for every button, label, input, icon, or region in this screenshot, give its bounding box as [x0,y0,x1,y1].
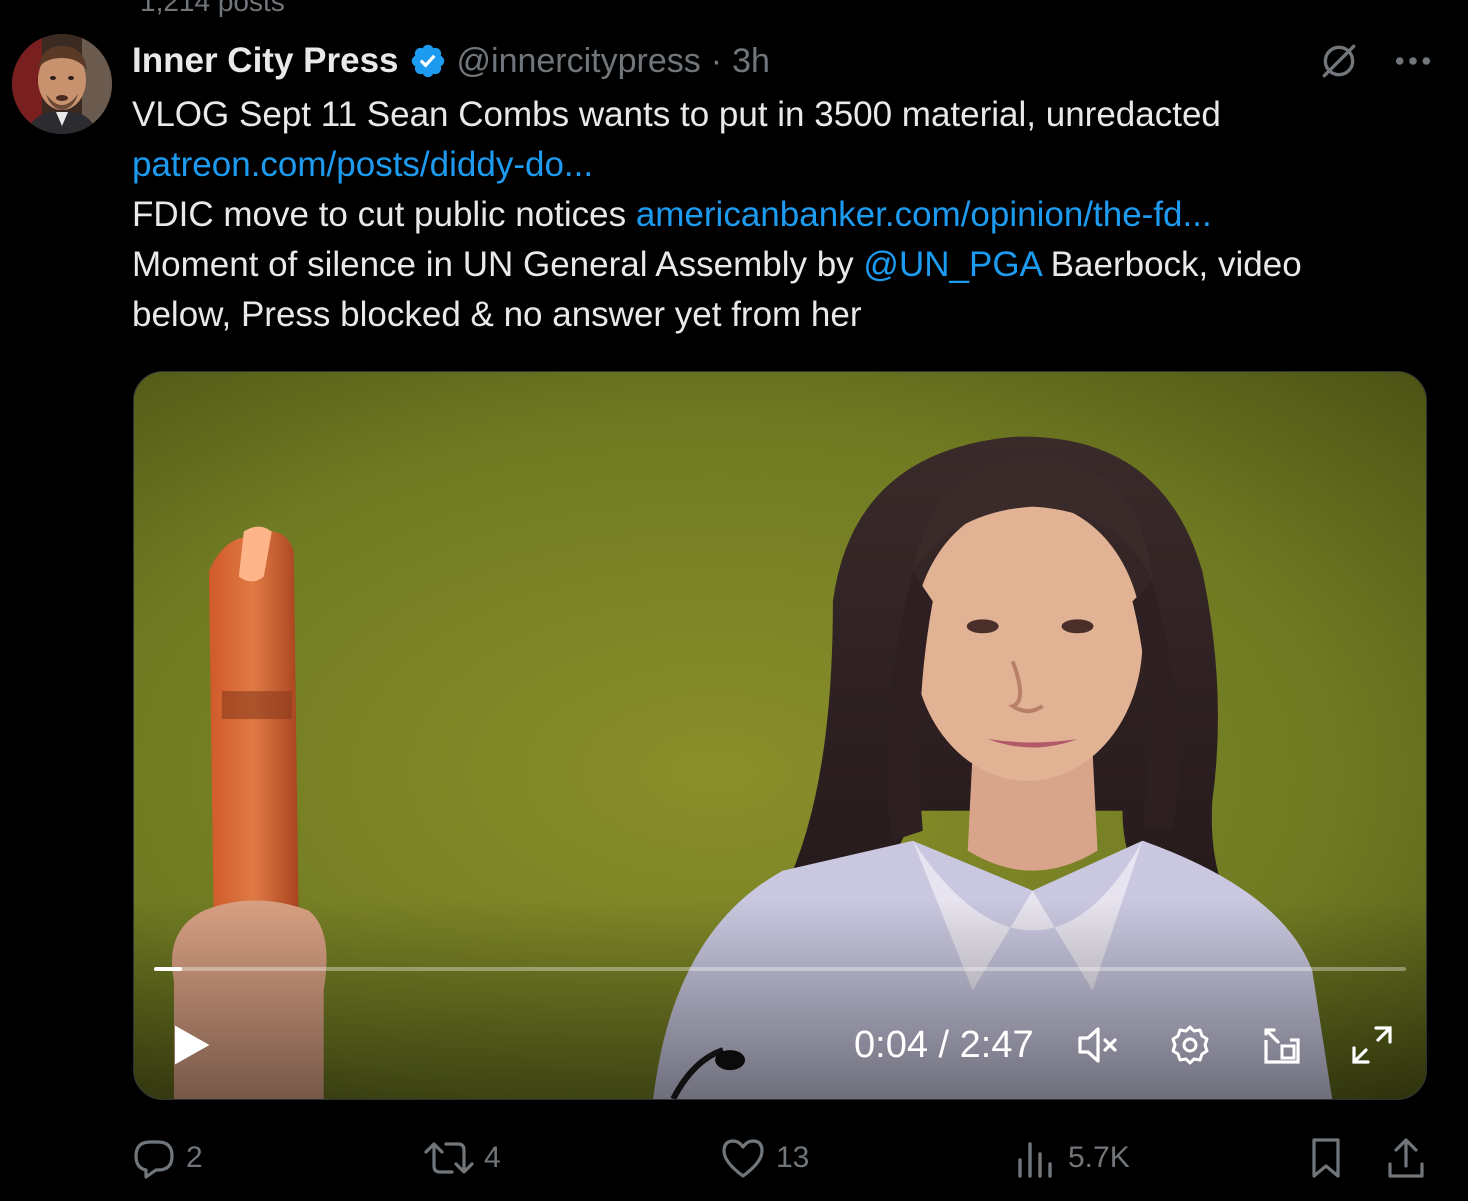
video-duration: 2:47 [959,1024,1034,1066]
video-player[interactable]: 0:04 / 2:47 [133,371,1427,1100]
fullscreen-icon[interactable] [1348,1022,1396,1068]
video-time: 0:04 / 2:47 [854,1022,1034,1068]
post-time[interactable]: 3h [732,42,770,81]
play-icon[interactable] [168,1022,214,1068]
repost-button[interactable]: 4 [424,1130,501,1186]
share-icon [1384,1136,1428,1180]
bookmark-icon [1306,1136,1346,1180]
post-text-line-1: VLOG Sept 11 Sean Combs wants to put in … [132,95,1221,134]
post-page: 1,214 posts Inner City Press @innercityp… [0,0,1468,1201]
reply-count: 2 [186,1141,203,1174]
post-text: VLOG Sept 11 Sean Combs wants to put in … [132,90,1432,340]
picture-in-picture-icon[interactable] [1258,1022,1306,1068]
video-progress-fill [154,967,182,971]
repost-count: 4 [484,1141,501,1174]
separator-dot: · [710,41,723,80]
post-text-line-4: Moment of silence in UN General Assembly… [132,240,1432,290]
settings-icon[interactable] [1166,1022,1214,1068]
americanbanker-link[interactable]: americanbanker.com/opinion/the-fd... [636,195,1212,234]
author-name[interactable]: Inner City Press [132,41,399,81]
like-count: 13 [776,1141,810,1174]
views-count: 5.7K [1068,1141,1130,1174]
reply-button[interactable]: 2 [132,1130,203,1186]
like-button[interactable]: 13 [720,1130,809,1186]
mention-un-pga[interactable]: @UN_PGA [863,245,1041,284]
clipped-post-count: 1,214 posts [140,0,285,17]
repost-icon [424,1136,474,1180]
video-time-separator: / [927,1024,960,1066]
share-button[interactable] [1384,1130,1428,1186]
video-current-time: 0:04 [854,1024,928,1066]
video-controls: 0:04 / 2:47 [134,1012,1426,1078]
post-text-line-3: FDIC move to cut public notices american… [132,190,1432,240]
grok-icon[interactable] [1318,40,1360,82]
post-header: Inner City Press @innercitypress · 3h [132,38,770,84]
patreon-link[interactable]: patreon.com/posts/diddy-do... [132,145,593,184]
author-handle[interactable]: @innercitypress [457,42,701,81]
verified-badge-icon[interactable] [409,42,447,80]
baerbock-text: Baerbock, video [1040,245,1302,284]
views-button[interactable]: 5.7K [1014,1130,1130,1186]
more-icon[interactable] [1394,55,1432,67]
post-text-line-5: below, Press blocked & no answer yet fro… [132,295,862,334]
silence-text: Moment of silence in UN General Assembly… [132,245,864,284]
mute-icon[interactable] [1074,1022,1122,1068]
views-icon [1014,1136,1058,1180]
avatar[interactable] [12,34,112,134]
post-header-actions [1318,38,1432,84]
post-actions: 2 4 13 5.7K [132,1130,1432,1186]
bookmark-button[interactable] [1306,1130,1346,1186]
video-progress-bar[interactable] [154,967,1406,971]
reply-icon [132,1136,176,1180]
like-icon [720,1136,766,1180]
avatar-portrait [12,34,112,134]
fdic-text: FDIC move to cut public notices [132,195,636,234]
